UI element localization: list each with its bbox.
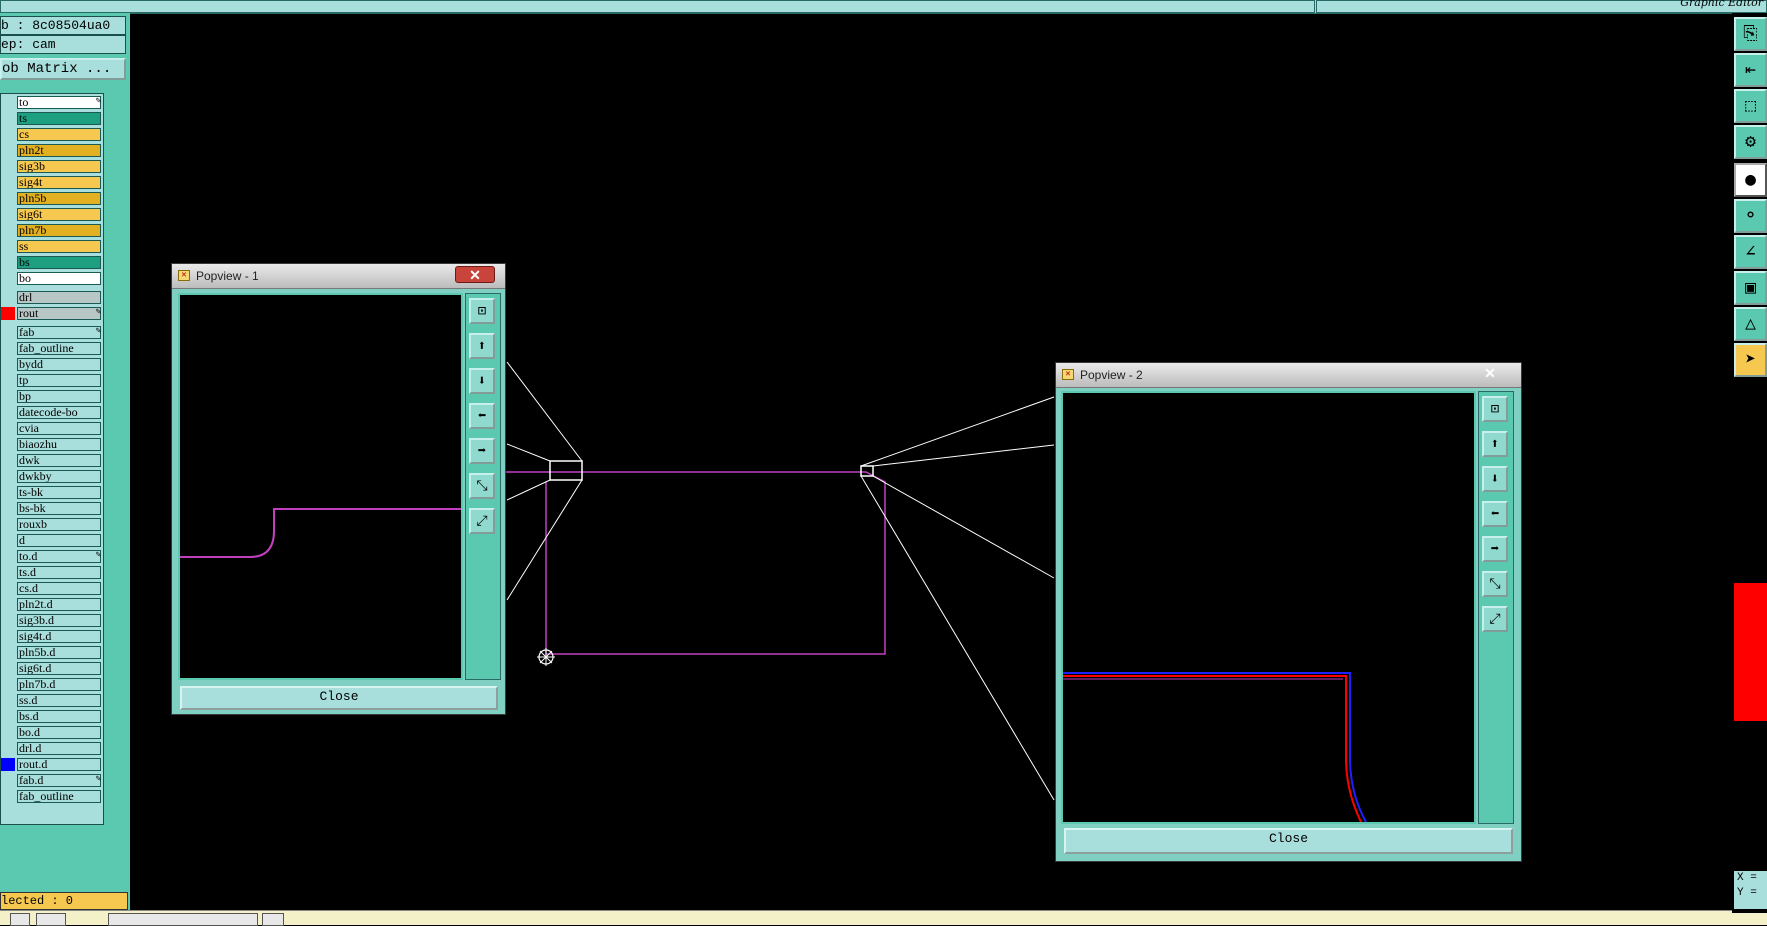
zoom-out-icon[interactable]: ⤡ — [469, 473, 495, 499]
zoom-window-icon[interactable]: ⊡ — [469, 298, 495, 324]
popview-1-toolbar: ⊡ ⬆ ⬇ ⬅ ➡ ⤡ ⤢ — [465, 293, 501, 680]
popview-2-connector — [872, 475, 1055, 579]
popview-1-drawing — [180, 508, 461, 558]
popview-2-drawing — [1063, 672, 1367, 822]
app-icon: ✕ — [178, 270, 190, 281]
zoom-in-icon[interactable]: ⤢ — [1482, 606, 1508, 632]
popview-1-connector — [506, 479, 551, 501]
popview-1-window: ✕ Popview - 1 ✕ ⊡ ⬆ ⬇ ⬅ ➡ ⤡ ⤢ Close — [171, 263, 506, 715]
zoom-out-icon[interactable]: ⤡ — [1482, 571, 1508, 597]
popview-2-window: ✕ Popview - 2 ✕ ⊡ ⬆ ⬇ ⬅ ➡ ⤡ ⤢ Close — [1055, 362, 1522, 862]
popview-1-connector — [506, 443, 551, 462]
popview-2-connector — [860, 396, 1055, 467]
zoom-window-icon[interactable]: ⊡ — [1482, 396, 1508, 422]
close-icon[interactable]: ✕ — [1470, 365, 1510, 382]
popview-2-canvas[interactable] — [1061, 391, 1476, 824]
pan-down-icon[interactable]: ⬇ — [469, 368, 495, 394]
zoom-in-icon[interactable]: ⤢ — [469, 508, 495, 534]
board-trace — [498, 471, 886, 655]
popview-1-connector — [506, 361, 583, 462]
pan-right-icon[interactable]: ➡ — [469, 438, 495, 464]
zoom-box-1 — [549, 460, 583, 481]
popview-2-title: Popview - 2 — [1080, 368, 1143, 382]
pan-up-icon[interactable]: ⬆ — [1482, 431, 1508, 457]
popview-1-connector — [506, 479, 583, 601]
datum-marker — [537, 648, 555, 666]
pan-up-icon[interactable]: ⬆ — [469, 333, 495, 359]
popview-1-titlebar[interactable]: ✕ Popview - 1 ✕ — [172, 264, 505, 289]
pan-right-icon[interactable]: ➡ — [1482, 536, 1508, 562]
popview-1-canvas[interactable] — [178, 293, 463, 680]
close-icon[interactable]: ✕ — [455, 266, 495, 283]
popview-2-connector — [872, 444, 1055, 467]
pan-left-icon[interactable]: ⬅ — [1482, 501, 1508, 527]
popview-2-close-button[interactable]: Close — [1064, 828, 1513, 854]
pan-left-icon[interactable]: ⬅ — [469, 403, 495, 429]
popview-1-close-button[interactable]: Close — [180, 686, 498, 710]
app-icon: ✕ — [1062, 369, 1074, 380]
popview-2-titlebar[interactable]: ✕ Popview - 2 ✕ — [1056, 363, 1521, 388]
pan-down-icon[interactable]: ⬇ — [1482, 466, 1508, 492]
popview-1-title: Popview - 1 — [196, 269, 259, 283]
popview-2-toolbar: ⊡ ⬆ ⬇ ⬅ ➡ ⤡ ⤢ — [1478, 391, 1514, 824]
popview-2-connector — [860, 475, 1055, 801]
